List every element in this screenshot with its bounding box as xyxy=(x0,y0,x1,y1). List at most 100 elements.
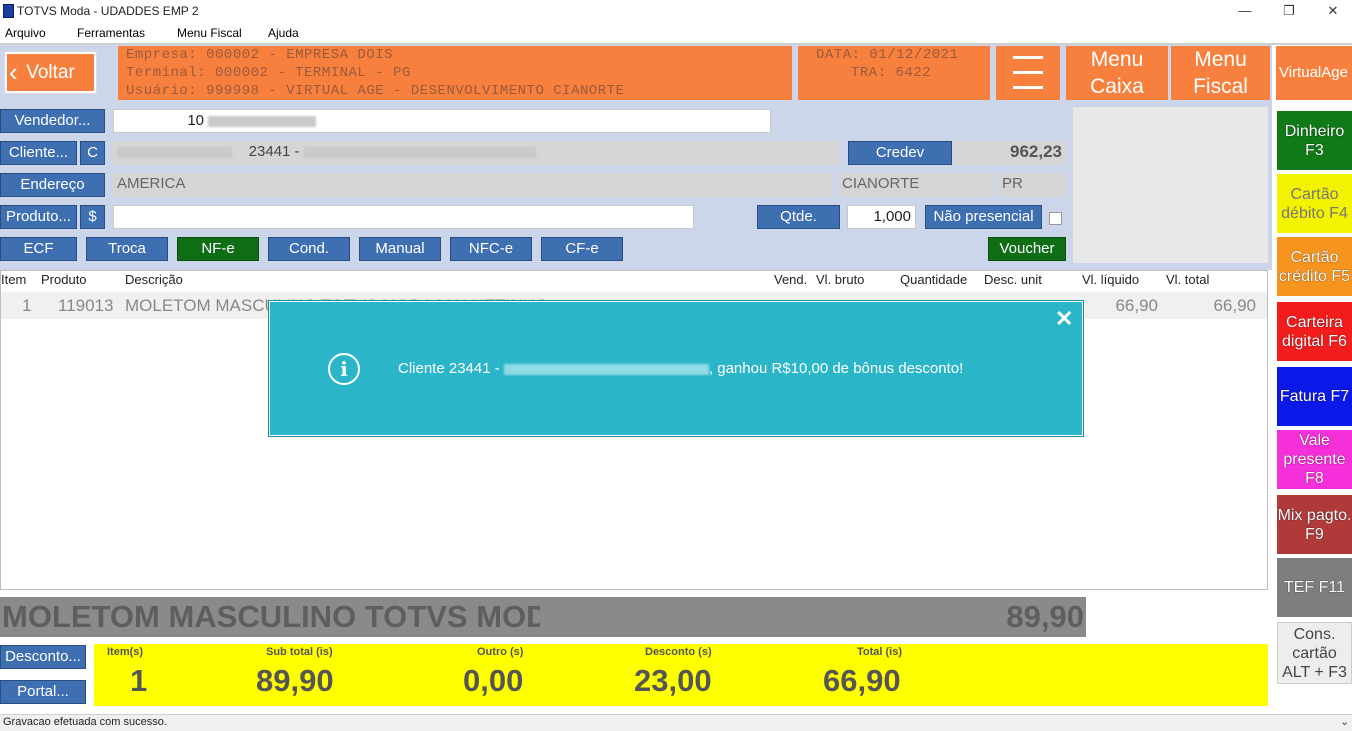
nfce-button[interactable]: NFC-e xyxy=(450,237,532,261)
col-vl-total[interactable]: Vl. total xyxy=(1166,272,1209,287)
cons-cartao-button[interactable]: Cons. cartão ALT + F3 xyxy=(1277,622,1352,684)
menu-ajuda[interactable]: Ajuda xyxy=(268,26,299,40)
row-item: 1 xyxy=(22,296,32,315)
label-desconto: Desconto (s) xyxy=(645,646,712,658)
chevron-down-icon[interactable]: ⌄ xyxy=(1340,715,1349,728)
endereco-button[interactable]: Endereço xyxy=(0,173,105,197)
col-descricao[interactable]: Descrição xyxy=(125,272,183,287)
menu-menu-fiscal[interactable]: Menu Fiscal xyxy=(177,26,242,40)
notification-prefix: Cliente 23441 - xyxy=(398,360,504,377)
col-produto[interactable]: Produto xyxy=(41,272,87,287)
value-desconto: 23,00 xyxy=(634,663,712,698)
row-produto: 119013 xyxy=(58,296,114,315)
menu-fiscal-line1: Menu xyxy=(1194,48,1247,71)
value-subtotal: 89,90 xyxy=(256,663,334,698)
close-icon[interactable]: ✕ xyxy=(1055,306,1073,332)
value-items: 1 xyxy=(130,663,148,698)
credev-button[interactable]: Credev xyxy=(848,141,952,165)
label-items: Item(s) xyxy=(107,646,144,658)
ecf-button[interactable]: ECF xyxy=(0,237,77,261)
window-title: TOTVS Moda - UDADDES EMP 2 xyxy=(17,4,199,18)
produto-button[interactable]: Produto... xyxy=(0,205,77,229)
menu-fiscal-line2: Fiscal xyxy=(1193,75,1248,98)
cfe-button[interactable]: CF-e xyxy=(541,237,623,261)
app-icon xyxy=(3,4,14,18)
maximize-button[interactable]: ❐ xyxy=(1266,0,1312,24)
uf-field: PR xyxy=(998,173,1066,197)
nao-presencial-button[interactable]: Não presencial xyxy=(925,205,1042,229)
credev-value: 962,23 xyxy=(954,141,1066,165)
usuario-text: Usuário: 999998 - VIRTUAL AGE - DESENVOL… xyxy=(126,83,625,99)
tef-f11-button[interactable]: TEF F11 xyxy=(1277,558,1352,617)
cartao-debito-f4-button[interactable]: Cartão débito F4 xyxy=(1277,174,1352,233)
cliente-c-button[interactable]: C xyxy=(80,141,105,165)
minimize-button[interactable]: — xyxy=(1222,0,1268,24)
vendedor-field[interactable]: 10 xyxy=(113,109,771,133)
cliente-button[interactable]: Cliente... xyxy=(0,141,77,165)
hamburger-menu-button[interactable] xyxy=(996,46,1060,100)
qtde-button[interactable]: Qtde. xyxy=(757,205,840,229)
col-vl-liquido[interactable]: Vl. líquido xyxy=(1082,272,1139,287)
hamburger-line xyxy=(1013,71,1043,74)
label-total: Total (is) xyxy=(857,646,903,658)
menu-fiscal-button[interactable]: Menu Fiscal xyxy=(1171,46,1270,100)
notification-suffix: , ganhou R$10,00 de bônus desconto! xyxy=(708,360,964,377)
back-button[interactable]: ‹ Voltar xyxy=(7,54,94,91)
notification-client-redacted xyxy=(503,363,709,375)
desconto-button[interactable]: Desconto... xyxy=(0,645,86,669)
tra-text: TRA: 6422 xyxy=(851,65,932,81)
cliente-doc-redacted xyxy=(117,146,232,158)
fatura-f7-button[interactable]: Fatura F7 xyxy=(1277,367,1352,426)
menu-ferramentas[interactable]: Ferramentas xyxy=(77,26,145,40)
cartao-credito-f5-button[interactable]: Cartão crédito F5 xyxy=(1277,237,1352,296)
menu-caixa-line1: Menu xyxy=(1090,48,1144,71)
vale-presente-f8-button[interactable]: Vale presente F8 xyxy=(1277,430,1352,489)
cidade-field: CIANORTE xyxy=(838,173,994,197)
close-window-button[interactable]: ✕ xyxy=(1310,0,1352,24)
col-quantidade[interactable]: Quantidade xyxy=(900,272,967,287)
vendedor-code: 10 xyxy=(187,112,204,129)
troca-button[interactable]: Troca xyxy=(86,237,168,261)
menu-arquivo[interactable]: Arquivo xyxy=(5,26,46,40)
label-outro: Outro (s) xyxy=(477,646,524,658)
col-item[interactable]: Item xyxy=(1,272,26,287)
vendedor-name-redacted xyxy=(208,115,317,127)
virtualage-button[interactable]: VirtualAge xyxy=(1276,46,1352,100)
mix-pagto-f9-button[interactable]: Mix pagto. F9 xyxy=(1277,495,1352,554)
terminal-text: Terminal: 000002 - TERMINAL - PG xyxy=(126,65,411,81)
status-bar xyxy=(0,714,1352,731)
row-vl-total: 66,90 xyxy=(1213,296,1256,315)
status-text: Gravacao efetuada com sucesso. xyxy=(3,716,167,728)
menu-caixa-button[interactable]: Menu Caixa xyxy=(1066,46,1168,100)
title-bar xyxy=(0,0,1352,24)
cliente-name-redacted xyxy=(303,146,536,158)
dinheiro-f3-button[interactable]: Dinheiro F3 xyxy=(1277,111,1352,170)
info-icon: i xyxy=(328,353,360,385)
date-info: DATA: 01/12/2021 TRA: 6422 xyxy=(798,46,990,100)
price-lookup-button[interactable]: $ xyxy=(80,205,105,229)
vendedor-button[interactable]: Vendedor... xyxy=(0,109,105,133)
portal-button[interactable]: Portal... xyxy=(0,680,86,704)
side-panel xyxy=(1073,107,1268,263)
chevron-left-icon: ‹ xyxy=(9,57,18,87)
value-total: 66,90 xyxy=(823,663,901,698)
col-desc-unit[interactable]: Desc. unit xyxy=(984,272,1042,287)
date-text: DATA: 01/12/2021 xyxy=(816,47,959,63)
produto-input[interactable] xyxy=(113,205,694,229)
carteira-digital-f6-button[interactable]: Carteira digital F6 xyxy=(1277,302,1352,361)
value-outro: 0,00 xyxy=(463,663,524,698)
voucher-button[interactable]: Voucher xyxy=(988,237,1066,261)
label-subtotal: Sub total (is) xyxy=(266,646,333,658)
hamburger-line xyxy=(1013,86,1043,89)
nfe-button[interactable]: NF-e xyxy=(177,237,259,261)
manual-button[interactable]: Manual xyxy=(359,237,441,261)
col-vl-bruto[interactable]: Vl. bruto xyxy=(816,272,864,287)
endereco-field: AMERICA xyxy=(113,173,833,197)
qtde-input[interactable]: 1,000 xyxy=(847,205,916,229)
cond-button[interactable]: Cond. xyxy=(268,237,350,261)
cliente-field[interactable]: 23441 - xyxy=(113,141,840,165)
cliente-code: 23441 - xyxy=(248,143,300,160)
col-vend[interactable]: Vend. xyxy=(774,272,807,287)
nao-presencial-checkbox[interactable] xyxy=(1049,212,1062,225)
session-info: Empresa: 000002 - EMPRESA DOIS Terminal:… xyxy=(118,46,792,100)
